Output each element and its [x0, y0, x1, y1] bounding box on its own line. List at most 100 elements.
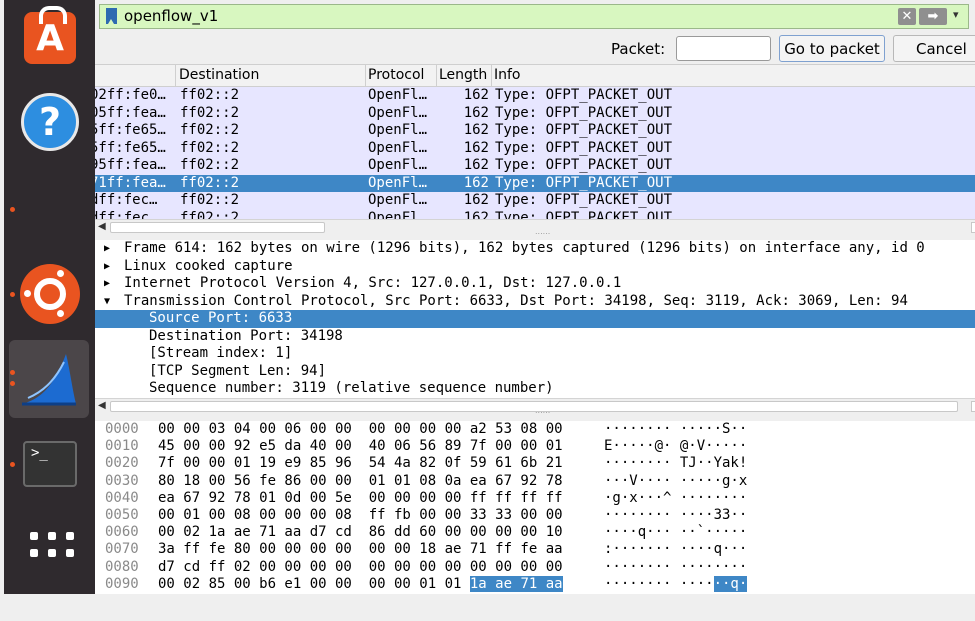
protocol-cell: OpenFl…: [368, 104, 428, 121]
running-indicator: [10, 292, 15, 297]
display-filter-text[interactable]: openflow_v1: [124, 7, 218, 25]
packet-row[interactable]: dff:fec… ff02::2 OpenFl… 162 Type: OFPT_PACK…: [95, 192, 975, 210]
detail-tree-item[interactable]: ▼ Transmission Control Protocol, Src Port…: [95, 293, 975, 311]
length-cell: 162: [463, 122, 489, 138]
hex-bytes-text: 00 01 00 08 00 00 00 08 ff fb 00 00 33 3…: [158, 506, 563, 523]
source-address-cell: 71ff:fea…: [95, 174, 166, 191]
hex-bytes: 00 01 00 08 00 00 00 08 ff fb 00 00 33 3…: [158, 507, 563, 524]
expand-right-icon[interactable]: ▶: [104, 258, 110, 276]
detail-tree-item[interactable]: Sequence number: 3119 (relative sequence…: [95, 380, 975, 398]
protocol-cell: OpenFl…: [368, 122, 428, 138]
hex-dump-row[interactable]: 0080 d7 cd ff 02 00 00 00 00 00 00 00 00 …: [95, 559, 975, 576]
running-indicator: [10, 370, 15, 375]
hex-bytes: ea 67 92 78 01 0d 00 5e 00 00 00 00 ff f…: [158, 490, 563, 507]
scroll-thumb[interactable]: [110, 401, 958, 412]
hex-dump-row[interactable]: 0030 80 18 00 56 fe 86 00 00 01 01 08 0a …: [95, 473, 975, 490]
byte-offset: 0040: [105, 489, 139, 506]
byte-offset: 0000: [105, 421, 139, 437]
detail-tree-item[interactable]: [TCP Segment Len: 94]: [95, 363, 975, 381]
ascii-bytes-text: ········ ····: [604, 575, 714, 592]
protocol-cell: OpenFl…: [368, 209, 428, 220]
hex-bytes: 80 18 00 56 fe 86 00 00 01 01 08 0a ea 6…: [158, 473, 563, 490]
hex-bytes: 3a ff fe 80 00 00 00 00 00 00 18 ae 71 f…: [158, 541, 563, 558]
expand-right-icon[interactable]: ▶: [104, 240, 110, 258]
packet-row[interactable]: 02ff:fe0… ff02::2 OpenFl… 162 Type: OFPT_PAC…: [95, 87, 975, 105]
packet-row[interactable]: 95ff:fea… ff02::2 OpenFl… 162 Type: OFPT_PAC…: [95, 157, 975, 175]
packet-number-input[interactable]: [676, 36, 771, 61]
column-info[interactable]: Info: [494, 67, 521, 87]
column-protocol[interactable]: Protocol: [368, 67, 424, 87]
hex-dump-row[interactable]: 0070 3a ff fe 80 00 00 00 00 00 00 18 ae …: [95, 541, 975, 558]
expand-right-icon[interactable]: ▶: [104, 275, 110, 293]
detail-tree-item[interactable]: Destination Port: 34198: [95, 328, 975, 346]
hex-bytes: 45 00 00 92 e5 da 40 00 40 06 56 89 7f 0…: [158, 438, 563, 455]
detail-text: Linux cooked capture: [124, 257, 293, 274]
packet-label: Packet:: [611, 40, 666, 58]
ascii-bytes-text: E·····@· @·V·····: [604, 438, 748, 455]
apply-filter-icon[interactable]: ➡: [919, 8, 947, 25]
info-cell: Type: OFPT_PACKET_OUT: [495, 174, 673, 191]
dock-terminal[interactable]: >_: [14, 428, 86, 500]
detail-tree-item[interactable]: ▶ Linux cooked capture: [95, 258, 975, 276]
scroll-thumb[interactable]: [110, 222, 325, 233]
column-destination[interactable]: Destination: [179, 67, 259, 87]
detail-text: Source Port: 6633: [149, 310, 293, 326]
ascii-bytes: ····q··· ··`·····: [604, 524, 747, 541]
detail-tree-item[interactable]: Source Port: 6633: [95, 310, 975, 328]
byte-offset: 0080: [105, 558, 139, 575]
scroll-left-icon[interactable]: ◀: [98, 400, 106, 411]
cancel-button[interactable]: Cancel: [893, 35, 975, 62]
hex-dump-row[interactable]: 0060 00 02 1a ae 71 aa d7 cd 86 dd 60 00 …: [95, 524, 975, 541]
dock-help[interactable]: ?: [14, 86, 86, 158]
clear-filter-icon[interactable]: ✕: [898, 8, 916, 25]
detail-tree-item[interactable]: ▶ Frame 614: 162 bytes on wire (1296 bits…: [95, 240, 975, 258]
hex-bytes: 7f 00 00 01 19 e9 85 96 54 4a 82 0f 59 6…: [158, 455, 563, 472]
detail-text: [TCP Segment Len: 94]: [149, 362, 327, 379]
hex-dump-row[interactable]: 0010 45 00 00 92 e5 da 40 00 40 06 56 89 …: [95, 438, 975, 455]
source-address-cell: 95ff:fea…: [95, 157, 166, 173]
length-cell: 162: [463, 209, 489, 220]
packet-row[interactable]: dff:fec… ff02::2 OpenFl… 162 Type: OFPT_PACK…: [95, 209, 975, 220]
byte-offset: 0090: [105, 575, 139, 592]
dock-ubuntu[interactable]: [14, 258, 86, 330]
packet-details-tree: ▶ Frame 614: 162 bytes on wire (1296 bits…: [95, 240, 975, 398]
packet-row[interactable]: 5ff:fe65… ff02::2 OpenFl… 162 Type: OFPT_PAC…: [95, 139, 975, 157]
hex-dump-row[interactable]: 0050 00 01 00 08 00 00 00 08 ff fb 00 00 …: [95, 507, 975, 524]
packet-list-header: Destination Protocol Length Info: [95, 65, 975, 87]
wireshark-window: openflow_v1 ✕ ➡ ▾ Packet: Go to packet C…: [95, 0, 975, 594]
go-to-packet-button[interactable]: Go to packet: [779, 35, 885, 62]
byte-offset: 0030: [105, 472, 139, 489]
hex-dump-row[interactable]: 0020 7f 00 00 01 19 e9 85 96 54 4a 82 0f …: [95, 455, 975, 472]
detail-text: Destination Port: 34198: [149, 327, 343, 344]
detail-tree-item[interactable]: ▶ Internet Protocol Version 4, Src: 127.0…: [95, 275, 975, 293]
hex-dump-row[interactable]: 0040 ea 67 92 78 01 0d 00 5e 00 00 00 00 …: [95, 490, 975, 507]
pane-splitter[interactable]: [95, 406, 975, 421]
detail-tree-item[interactable]: [Stream index: 1]: [95, 345, 975, 363]
hex-bytes-text: d7 cd ff 02 00 00 00 00 00 00 00 00 00 0…: [158, 558, 563, 575]
column-length[interactable]: Length: [439, 67, 491, 87]
ascii-bytes-text: ········ TJ··Yak!: [604, 455, 748, 472]
dock-wireshark[interactable]: [9, 340, 89, 418]
info-cell: Type: OFPT_PACKET_OUT: [495, 139, 673, 156]
hex-bytes: 00 02 85 00 b6 e1 00 00 00 00 01 01 1a a…: [158, 575, 563, 593]
expand-down-icon[interactable]: ▼: [104, 293, 110, 311]
ascii-bytes-text: :······· ····q···: [604, 541, 748, 558]
chevron-down-icon[interactable]: ▾: [953, 8, 959, 21]
info-cell: Type: OFPT_PACKET_OUT: [495, 122, 673, 138]
hex-dump-row[interactable]: 0000 00 00 03 04 00 06 00 00 00 00 00 00 …: [95, 421, 975, 438]
terminal-icon: >_: [23, 441, 77, 487]
packet-row[interactable]: 5ff:fe65… ff02::2 OpenFl… 162 Type: OFPT_PAC…: [95, 122, 975, 140]
packet-row[interactable]: 05ff:fea… ff02::2 OpenFl… 162 Type: OFPT_PAC…: [95, 104, 975, 122]
bookmark-icon[interactable]: [106, 8, 117, 24]
wireshark-fin-icon: [22, 354, 76, 406]
protocol-cell: OpenFl…: [368, 174, 428, 191]
detail-text: Frame 614: 162 bytes on wire (1296 bits)…: [124, 240, 925, 256]
scroll-left-icon[interactable]: ◀: [98, 221, 106, 232]
show-apps-grid-icon[interactable]: [30, 532, 74, 572]
protocol-cell: OpenFl…: [368, 192, 428, 208]
packet-row[interactable]: 71ff:fea… ff02::2 OpenFl… 162 Type: OFPT_PAC…: [95, 174, 975, 192]
dock-software-store[interactable]: A: [14, 2, 86, 74]
ubuntu-logo-icon: [20, 264, 80, 324]
display-filter-input[interactable]: openflow_v1 ✕ ➡ ▾: [99, 4, 969, 29]
hex-dump-row[interactable]: 0090 00 02 85 00 b6 e1 00 00 00 00 01 01 …: [95, 575, 975, 593]
